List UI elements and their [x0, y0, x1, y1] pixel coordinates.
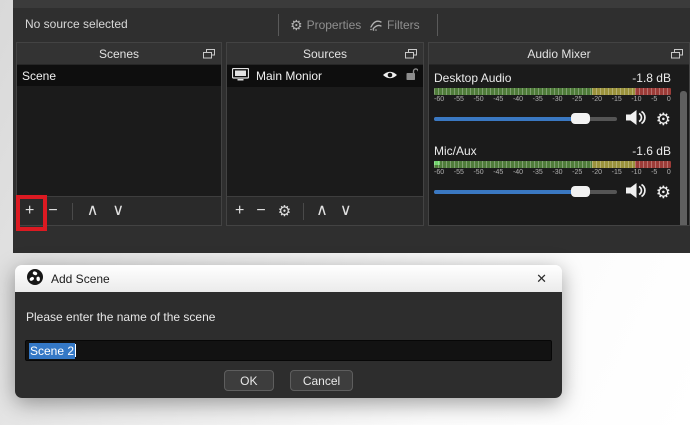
- properties-button[interactable]: ⚙ Properties: [290, 14, 361, 36]
- scene-item-label: Scene: [22, 68, 57, 83]
- audio-channel-desktop: Desktop Audio -1.8 dB -60 -55 -50 -45 -40 -35…: [434, 70, 671, 130]
- move-source-down-button[interactable]: ∨: [340, 203, 352, 219]
- volume-slider-handle[interactable]: [571, 113, 591, 124]
- gear-icon: ⚙: [290, 17, 303, 33]
- scene-list-item[interactable]: Scene: [17, 65, 221, 86]
- sources-list: Main Monior: [227, 65, 423, 196]
- selected-input-text: Scene 2: [29, 342, 76, 359]
- mixer-scrollbar[interactable]: [680, 91, 687, 225]
- channel-level-value: -1.8 dB: [632, 70, 671, 85]
- move-source-up-button[interactable]: ∧: [316, 203, 328, 219]
- move-scene-down-button[interactable]: ∨: [112, 203, 124, 219]
- toolbar-separator: [278, 14, 279, 36]
- channel-gear-icon[interactable]: ⚙: [656, 111, 671, 128]
- channel-gear-icon[interactable]: ⚙: [656, 184, 671, 201]
- source-toolbar: No source selected ⚙ Properties Filters: [13, 8, 690, 42]
- add-source-button[interactable]: +: [235, 203, 244, 219]
- scenes-panel-header[interactable]: Scenes: [17, 43, 221, 65]
- volume-slider[interactable]: [434, 108, 617, 130]
- volume-slider-handle[interactable]: [571, 186, 591, 197]
- channel-level-value: -1.6 dB: [632, 143, 671, 158]
- sources-panel: Sources Main Monior + − ⚙ ∧ ∨: [226, 42, 424, 226]
- cancel-button[interactable]: Cancel: [289, 370, 354, 391]
- scene-name-prompt: Please enter the name of the scene: [26, 310, 216, 324]
- filters-button[interactable]: Filters: [368, 14, 420, 36]
- speaker-icon[interactable]: [625, 109, 647, 129]
- monitor-icon: [231, 67, 250, 84]
- popout-icon[interactable]: [405, 48, 417, 62]
- speaker-icon[interactable]: [625, 182, 647, 202]
- audio-mixer-panel: Audio Mixer Desktop Audio -1.8 dB -60 -55…: [428, 42, 690, 226]
- dialog-body: Please enter the name of the scene Scene…: [15, 292, 562, 398]
- meter-tick-labels: -60 -55 -50 -45 -40 -35 -30 -25 -20 -15 -10 -5 0: [434, 96, 671, 103]
- obs-logo-icon: [27, 269, 43, 288]
- filters-icon: [368, 17, 383, 33]
- no-source-selected-label: No source selected: [25, 17, 128, 31]
- channel-name-label: Mic/Aux: [434, 143, 477, 158]
- toolbar-separator: [437, 14, 438, 36]
- audio-mixer-body: Desktop Audio -1.8 dB -60 -55 -50 -45 -40 -35…: [429, 65, 689, 225]
- popout-icon[interactable]: [203, 48, 215, 62]
- move-scene-up-button[interactable]: ∧: [87, 203, 99, 219]
- scenes-list: Scene: [17, 65, 221, 196]
- volume-meter: [434, 161, 671, 168]
- volume-slider[interactable]: [434, 181, 617, 203]
- popout-icon[interactable]: [671, 48, 683, 62]
- add-scene-dialog: Add Scene ✕ Please enter the name of the…: [15, 265, 562, 398]
- dialog-titlebar[interactable]: Add Scene ✕: [15, 265, 562, 292]
- meter-peak-indicator: [434, 161, 440, 165]
- scenes-panel-title: Scenes: [98, 46, 140, 61]
- lock-open-icon[interactable]: [405, 68, 419, 84]
- meter-tick-labels: -60 -55 -50 -45 -40 -35 -30 -25 -20 -15 -10 -5 0: [434, 169, 671, 176]
- properties-button-label: Properties: [306, 18, 362, 32]
- remove-source-button[interactable]: −: [256, 203, 265, 219]
- scene-name-input[interactable]: Scene 2: [25, 340, 552, 361]
- close-icon[interactable]: ✕: [533, 271, 550, 287]
- text-caret: [75, 344, 77, 357]
- ok-button[interactable]: OK: [223, 370, 274, 391]
- toolbar-separator: [303, 202, 305, 220]
- filters-button-label: Filters: [387, 18, 420, 32]
- audio-mixer-header[interactable]: Audio Mixer: [429, 43, 689, 65]
- channel-name-label: Desktop Audio: [434, 70, 512, 85]
- window-top-strip: [13, 0, 690, 8]
- toolbar-separator: [71, 202, 73, 220]
- visibility-eye-icon[interactable]: [382, 69, 398, 83]
- source-properties-gear-icon[interactable]: ⚙: [278, 204, 291, 219]
- scenes-toolbar: + − ∧ ∨: [17, 196, 221, 225]
- source-list-item[interactable]: Main Monior: [227, 65, 423, 87]
- sources-panel-title: Sources: [302, 46, 348, 61]
- audio-channel-mic: Mic/Aux -1.6 dB -60 -55 -50 -45 -40 -35 -30 -25…: [434, 143, 671, 203]
- obs-main-window: No source selected ⚙ Properties Filters …: [13, 0, 690, 253]
- dialog-title: Add Scene: [51, 271, 110, 286]
- source-item-label: Main Monior: [256, 69, 323, 83]
- sources-toolbar: + − ⚙ ∧ ∨: [227, 196, 423, 225]
- audio-mixer-title: Audio Mixer: [527, 46, 591, 61]
- highlight-box-add-scene: [16, 195, 47, 231]
- sources-panel-header[interactable]: Sources: [227, 43, 423, 65]
- volume-meter: [434, 88, 671, 95]
- remove-scene-button[interactable]: −: [48, 203, 57, 219]
